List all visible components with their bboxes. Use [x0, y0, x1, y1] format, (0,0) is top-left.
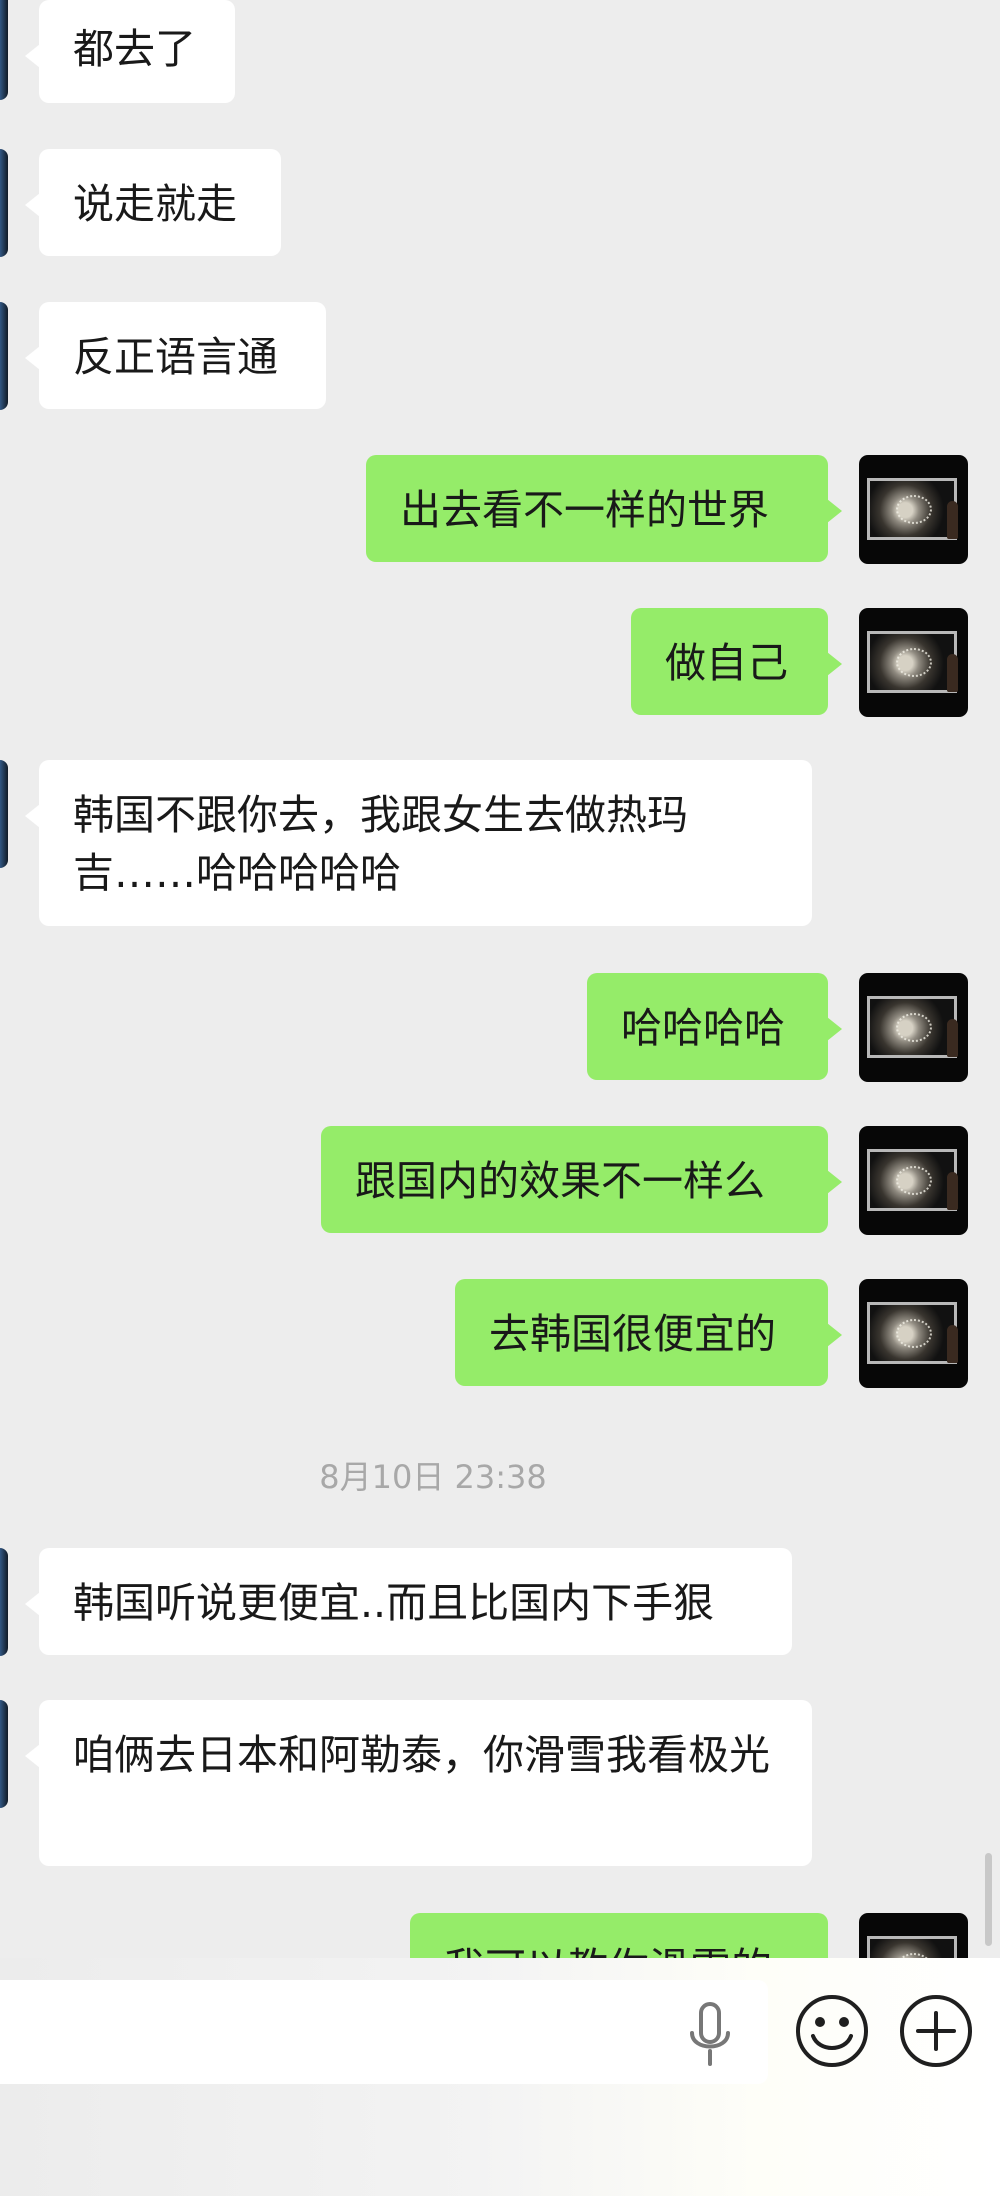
avatar-artwork — [867, 1302, 957, 1364]
avatar-artwork — [867, 996, 957, 1058]
contact-avatar-cropped[interactable] — [0, 1700, 8, 1808]
contact-avatar-cropped[interactable] — [0, 1548, 8, 1656]
avatar-person — [947, 1019, 958, 1057]
avatar-artwork — [867, 1936, 957, 1958]
incoming-message-bubble[interactable]: 都去了 — [25, 0, 235, 103]
incoming-message-bubble[interactable]: 韩国不跟你去，我跟女生去做热玛吉……哈哈哈哈哈 — [25, 760, 812, 926]
avatar-artwork — [867, 478, 957, 540]
outgoing-message-bubble[interactable]: 出去看不一样的世界 — [366, 455, 842, 562]
contact-avatar-cropped[interactable] — [0, 302, 8, 410]
microphone-icon[interactable] — [684, 2002, 736, 2068]
message-text: 韩国听说更便宜..而且比国内下手狠 — [73, 1579, 715, 1627]
incoming-message-bubble[interactable]: 说走就走 — [25, 149, 281, 256]
avatar-artwork — [867, 1149, 957, 1211]
my-avatar[interactable] — [859, 973, 968, 1082]
avatar-artwork — [867, 631, 957, 693]
outgoing-message-bubble[interactable]: 做自己 — [631, 608, 842, 715]
message-text: 说走就走 — [73, 180, 237, 228]
message-text: 咱俩去日本和阿勒泰，你滑雪我看极光 — [73, 1731, 770, 1779]
chat-message-list[interactable]: 都去了 说走就走 反正语言通 出去看不一样的世界 做自己 韩国不跟你去，我跟女生… — [0, 0, 1000, 1958]
outgoing-message-bubble[interactable]: 我可以教你滑雪的 — [410, 1913, 842, 1958]
message-text: 哈哈哈哈 — [621, 1004, 785, 1052]
message-text: 做自己 — [665, 639, 788, 687]
incoming-message-bubble[interactable]: 韩国听说更便宜..而且比国内下手狠 — [25, 1548, 792, 1655]
emoji-icon[interactable] — [794, 1993, 870, 2069]
avatar-person — [947, 501, 958, 539]
avatar-person — [947, 1325, 958, 1363]
chat-scrollbar[interactable] — [985, 1853, 992, 1946]
message-text: 反正语言通 — [73, 333, 278, 381]
message-timestamp: 8月10日 23:38 — [319, 1458, 547, 1496]
my-avatar[interactable] — [859, 1126, 968, 1235]
my-avatar[interactable] — [859, 608, 968, 717]
my-avatar[interactable] — [859, 455, 968, 564]
message-input[interactable] — [0, 1980, 768, 2084]
outgoing-message-bubble[interactable]: 哈哈哈哈 — [587, 973, 842, 1080]
message-text: 跟国内的效果不一样么 — [355, 1157, 765, 1205]
avatar-person — [947, 654, 958, 692]
contact-avatar-cropped[interactable] — [0, 760, 8, 868]
message-text: 出去看不一样的世界 — [400, 486, 769, 534]
avatar-person — [947, 1172, 958, 1210]
message-text: 去韩国很便宜的 — [489, 1310, 776, 1358]
message-text: 我可以教你滑雪的 — [444, 1944, 772, 1958]
contact-avatar-cropped[interactable] — [0, 149, 8, 257]
my-avatar[interactable] — [859, 1279, 968, 1388]
contact-avatar-cropped[interactable] — [0, 0, 8, 100]
incoming-message-bubble[interactable]: 反正语言通 — [25, 302, 326, 409]
incoming-message-bubble[interactable]: 咱俩去日本和阿勒泰，你滑雪我看极光 — [25, 1700, 812, 1866]
message-text: 都去了 — [73, 25, 196, 73]
my-avatar[interactable] — [859, 1913, 968, 1958]
plus-icon[interactable] — [898, 1993, 974, 2069]
outgoing-message-bubble[interactable]: 跟国内的效果不一样么 — [321, 1126, 842, 1233]
message-text: 韩国不跟你去，我跟女生去做热玛吉……哈哈哈哈哈 — [73, 791, 688, 897]
outgoing-message-bubble[interactable]: 去韩国很便宜的 — [455, 1279, 842, 1386]
message-composer — [0, 1958, 1000, 2196]
